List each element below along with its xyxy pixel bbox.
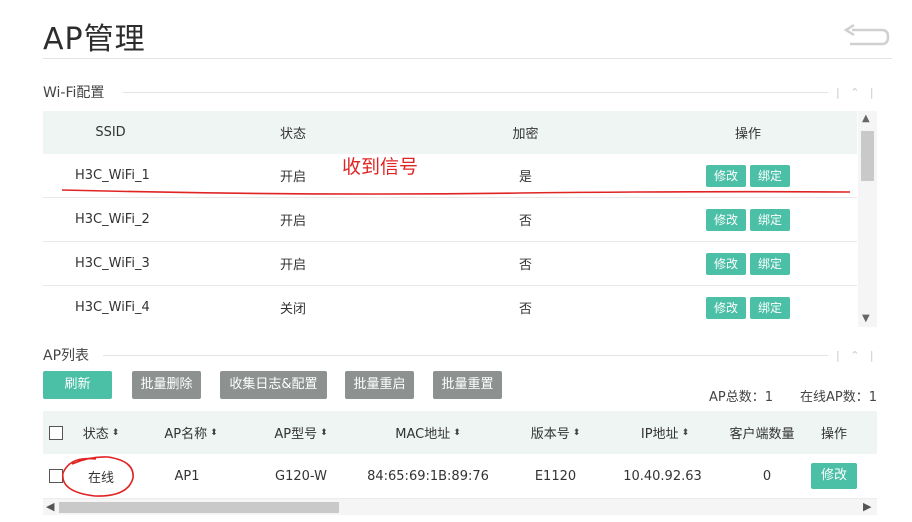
col-encryption: 加密 <box>512 127 539 142</box>
col-ap-model-label: AP型号 <box>274 427 318 442</box>
col-ap-name[interactable]: AP名称 ⬍ <box>151 411 231 454</box>
wifi-section-divider <box>123 92 828 93</box>
select-all-checkbox[interactable] <box>49 425 63 440</box>
col-mac[interactable]: MAC地址 ⬍ <box>373 411 483 454</box>
ssid-cell: H3C_WiFi_4 <box>75 300 150 315</box>
back-arrow-icon[interactable] <box>842 22 890 50</box>
row-checkbox[interactable] <box>49 469 63 483</box>
col-mac-label: MAC地址 <box>395 427 451 442</box>
sort-icon[interactable]: ⬍ <box>453 428 461 438</box>
wifi-table-header: SSID 状态 加密 操作 <box>43 111 857 154</box>
collect-logs-button[interactable]: 收集日志&配置 <box>220 371 327 399</box>
ssid-cell: H3C_WiFi_1 <box>75 168 150 183</box>
version-cell: E1120 <box>534 468 577 484</box>
col-state-label: 状态 <box>82 427 109 442</box>
ssid-cell: H3C_WiFi_2 <box>75 212 150 227</box>
col-ap-name-label: AP名称 <box>164 427 208 442</box>
table-row: H3C_WiFi_1 开启 是 修改 绑定 <box>43 154 857 198</box>
page-title: AP管理 <box>43 22 146 57</box>
table-row: H3C_WiFi_3 开启 否 修改 绑定 <box>43 242 857 286</box>
ops-cell: 修改 绑定 <box>683 198 813 241</box>
encryption-cell: 是 <box>518 170 532 185</box>
edit-button[interactable]: 修改 <box>705 252 746 275</box>
ap-name-cell: AP1 <box>174 468 200 484</box>
edit-button[interactable]: 修改 <box>705 164 746 187</box>
col-ip-label: IP地址 <box>640 427 679 442</box>
bind-button[interactable]: 绑定 <box>750 164 791 187</box>
state-cell: 在线 <box>87 470 114 486</box>
scroll-up-icon[interactable]: ▲ <box>862 113 870 124</box>
title-divider <box>43 58 892 59</box>
ops-cell: 修改 绑定 <box>683 286 813 327</box>
wifi-section-title: Wi-Fi配置 <box>43 85 105 101</box>
col-ssid: SSID <box>95 125 126 140</box>
col-ops: 操作 <box>734 127 761 142</box>
table-row: H3C_WiFi_4 关闭 否 修改 绑定 <box>43 286 857 327</box>
sort-icon[interactable]: ⬍ <box>682 428 690 438</box>
sort-icon[interactable]: ⬍ <box>573 428 581 438</box>
ip-cell: 10.40.92.63 <box>623 468 702 484</box>
col-version-label: 版本号 <box>530 427 570 442</box>
bind-button[interactable]: 绑定 <box>750 252 791 275</box>
ap-table-header: 状态 ⬍ AP名称 ⬍ AP型号 ⬍ MAC地址 ⬍ 版本号 ⬍ IP地址 ⬍ 客户端数量 … <box>43 411 877 454</box>
scroll-left-icon[interactable]: ◀ <box>46 500 54 513</box>
col-version[interactable]: 版本号 ⬍ <box>518 411 593 454</box>
sort-icon[interactable]: ⬍ <box>320 428 328 438</box>
edit-ap-button[interactable]: 修改 <box>810 463 857 489</box>
bind-button[interactable]: 绑定 <box>750 208 791 231</box>
batch-restart-button[interactable]: 批量重启 <box>345 371 414 399</box>
state-cell: 开启 <box>279 170 306 185</box>
wifi-collapse-toggle[interactable]: | ⌃ | <box>836 86 874 99</box>
col-ops: 操作 <box>820 427 847 442</box>
edit-button[interactable]: 修改 <box>705 296 746 319</box>
ap-section-divider <box>103 355 828 356</box>
wifi-vertical-scrollbar[interactable]: ▲ ▼ <box>858 111 877 327</box>
row-select-cell <box>43 454 69 498</box>
encryption-cell: 否 <box>518 258 532 273</box>
mac-cell: 84:65:69:1B:89:76 <box>367 468 489 484</box>
ap-section-title: AP列表 <box>43 348 90 364</box>
table-row: H3C_WiFi_2 开启 否 修改 绑定 <box>43 198 857 242</box>
state-cell: 关闭 <box>279 302 306 317</box>
ops-cell: 修改 绑定 <box>683 242 813 285</box>
col-ip[interactable]: IP地址 ⬍ <box>625 411 705 454</box>
annotation-text: 收到信号 <box>342 156 419 178</box>
encryption-cell: 否 <box>518 214 532 229</box>
ap-model-cell: G120-W <box>275 468 327 484</box>
batch-delete-button[interactable]: 批量删除 <box>132 371 201 399</box>
wifi-table-container: SSID 状态 加密 操作 H3C_WiFi_1 开启 是 修改 绑定 H3C_… <box>43 111 877 327</box>
ap-horizontal-scrollbar[interactable]: ◀ ▶ <box>43 499 877 515</box>
state-cell: 开启 <box>279 258 306 273</box>
sort-icon[interactable]: ⬍ <box>210 428 218 438</box>
bind-button[interactable]: 绑定 <box>750 296 791 319</box>
ssid-cell: H3C_WiFi_3 <box>75 256 150 271</box>
scroll-down-icon[interactable]: ▼ <box>862 313 870 324</box>
wifi-table: SSID 状态 加密 操作 H3C_WiFi_1 开启 是 修改 绑定 H3C_… <box>43 111 857 327</box>
ap-total-count: AP总数：1 <box>709 390 774 405</box>
col-clients: 客户端数量 <box>729 427 795 442</box>
ops-cell: 修改 <box>799 454 869 498</box>
col-state: 状态 <box>279 127 306 142</box>
select-all-cell <box>43 411 69 454</box>
encryption-cell: 否 <box>518 302 532 317</box>
ap-online-count: 在线AP数：1 <box>800 390 878 405</box>
scrollbar-thumb[interactable] <box>59 502 339 513</box>
edit-button[interactable]: 修改 <box>705 208 746 231</box>
col-state[interactable]: 状态 ⬍ <box>71 411 131 454</box>
table-row: 在线 AP1 G120-W 84:65:69:1B:89:76 E1120 10… <box>43 454 877 499</box>
scroll-right-icon[interactable]: ▶ <box>863 500 871 513</box>
refresh-button[interactable]: 刷新 <box>43 371 112 399</box>
ap-table-container: 状态 ⬍ AP名称 ⬍ AP型号 ⬍ MAC地址 ⬍ 版本号 ⬍ IP地址 ⬍ 客户端数量 … <box>43 411 877 516</box>
ops-cell: 修改 绑定 <box>683 154 813 197</box>
batch-reset-button[interactable]: 批量重置 <box>433 371 502 399</box>
sort-icon[interactable]: ⬍ <box>112 428 120 438</box>
state-cell: 开启 <box>279 214 306 229</box>
clients-cell: 0 <box>762 468 772 484</box>
scrollbar-thumb[interactable] <box>861 131 874 181</box>
col-ap-model[interactable]: AP型号 ⬍ <box>261 411 341 454</box>
ap-collapse-toggle[interactable]: | ⌃ | <box>836 349 874 362</box>
